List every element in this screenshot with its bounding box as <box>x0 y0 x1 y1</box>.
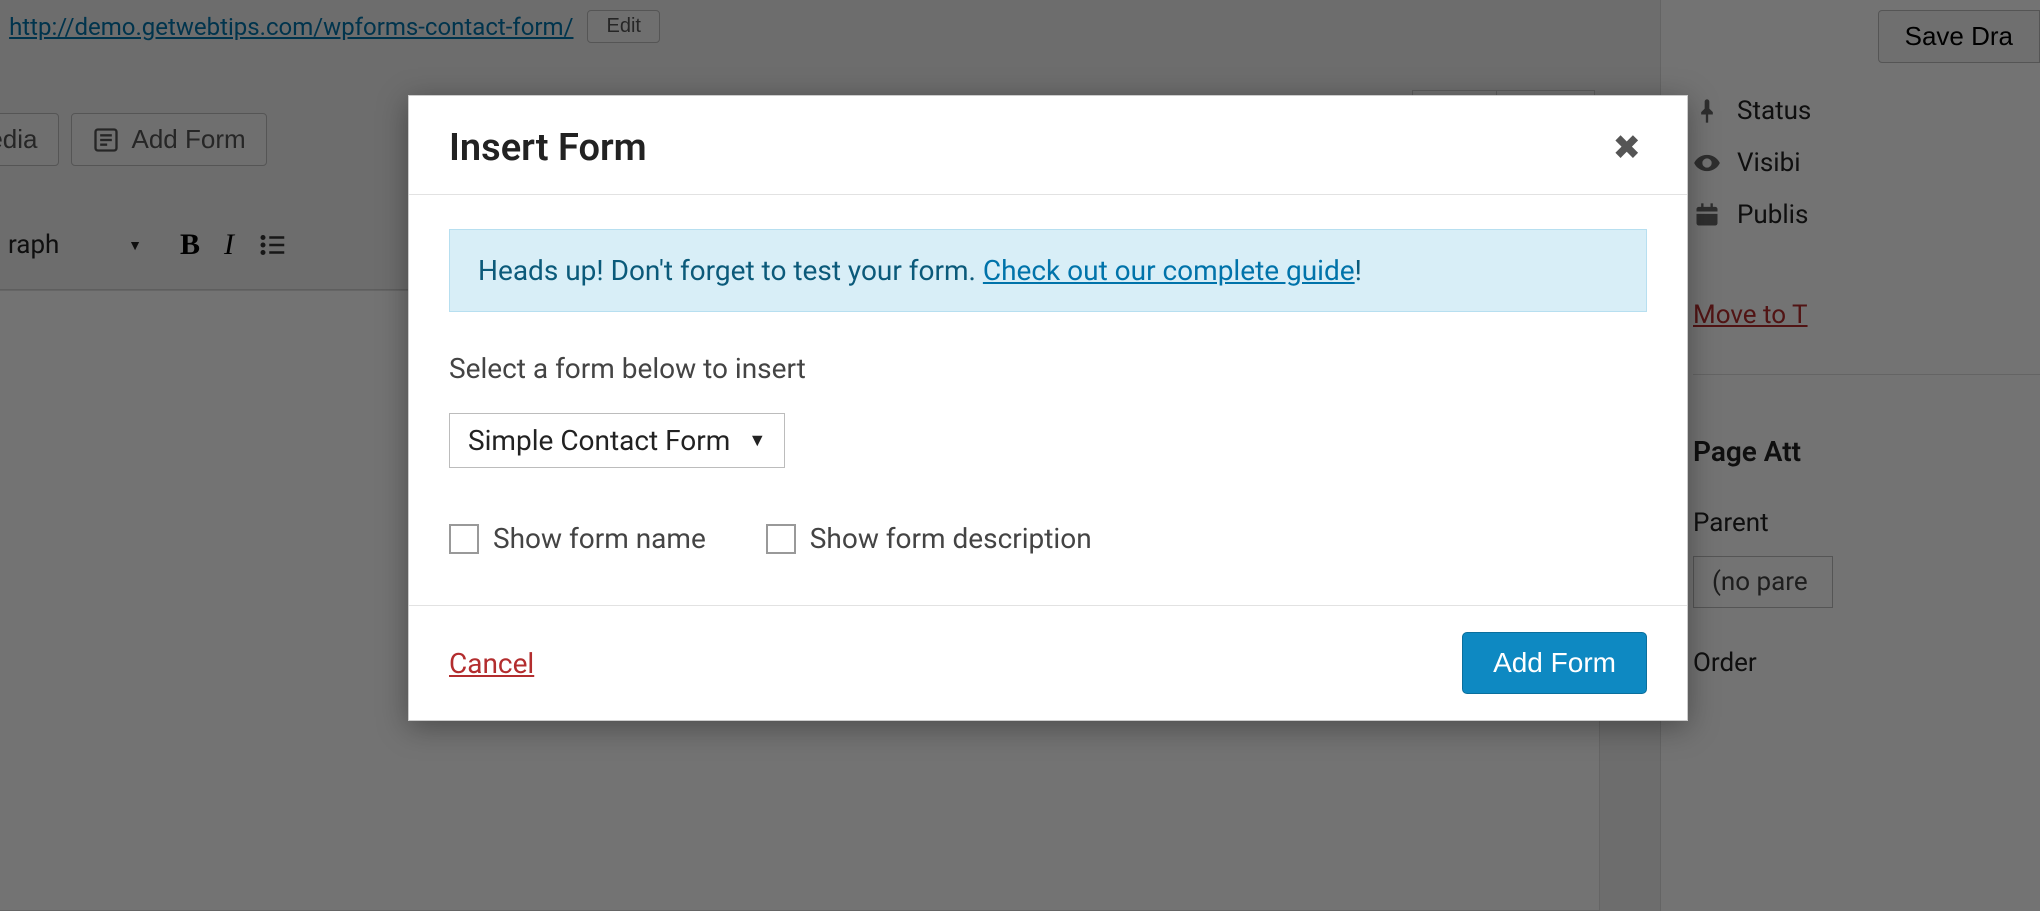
bullet-list-icon[interactable] <box>258 230 288 260</box>
parent-select[interactable]: (no pare <box>1693 556 1833 608</box>
cancel-button[interactable]: Cancel <box>449 647 534 680</box>
italic-button[interactable]: I <box>224 228 234 262</box>
checkbox-box <box>766 524 796 554</box>
add-form-button[interactable]: Add Form <box>71 113 267 166</box>
divider <box>1693 374 2040 375</box>
notice-banner: Heads up! Don't forget to test your form… <box>449 229 1647 312</box>
page-attributes-title: Page Att <box>1693 435 2040 468</box>
notice-guide-link[interactable]: Check out our complete guide <box>983 254 1355 287</box>
chevron-down-icon: ▼ <box>748 430 766 451</box>
form-select[interactable]: Simple Contact Form ▼ <box>449 413 785 468</box>
permalink-url[interactable]: http://demo.getwebtips.com/wpforms-conta… <box>9 13 573 41</box>
move-to-trash-link[interactable]: Move to T <box>1693 300 2040 330</box>
order-label: Order <box>1693 648 2040 678</box>
close-icon[interactable]: ✖ <box>1607 128 1648 168</box>
visibility-label: Visibi <box>1737 148 1801 178</box>
add-form-label: Add Form <box>132 124 246 155</box>
permalink-edit-button[interactable]: Edit <box>587 10 659 43</box>
parent-label: Parent <box>1693 508 2040 538</box>
format-select[interactable]: raph ▼ <box>0 210 160 280</box>
add-media-button[interactable]: d Media <box>0 113 59 166</box>
checkbox-box <box>449 524 479 554</box>
notice-suffix: ! <box>1355 254 1362 287</box>
show-form-desc-label: Show form description <box>810 522 1092 555</box>
form-select-value: Simple Contact Form <box>468 424 730 457</box>
pin-icon <box>1693 97 1721 125</box>
select-form-label: Select a form below to insert <box>449 352 1647 385</box>
insert-form-modal: Insert Form ✖ Heads up! Don't forget to … <box>408 95 1688 721</box>
chevron-down-icon: ▼ <box>128 237 142 254</box>
show-form-desc-checkbox[interactable]: Show form description <box>766 522 1092 555</box>
eye-icon <box>1693 149 1721 177</box>
format-label: raph <box>8 230 59 260</box>
show-form-name-label: Show form name <box>493 522 706 555</box>
form-icon <box>92 126 120 154</box>
calendar-icon <box>1693 201 1721 229</box>
modal-title: Insert Form <box>449 126 647 170</box>
bold-button[interactable]: B <box>180 228 200 262</box>
status-label: Status <box>1737 96 1811 126</box>
add-form-submit-button[interactable]: Add Form <box>1462 632 1647 694</box>
notice-text: Heads up! Don't forget to test your form… <box>478 254 983 287</box>
show-form-name-checkbox[interactable]: Show form name <box>449 522 706 555</box>
save-draft-button[interactable]: Save Dra <box>1878 10 2040 63</box>
add-media-label: d Media <box>0 124 38 155</box>
publish-label: Publis <box>1737 200 1808 230</box>
